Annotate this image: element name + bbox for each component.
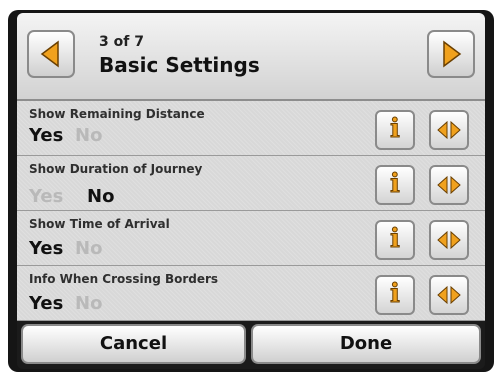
option-yes[interactable]: Yes bbox=[29, 186, 63, 207]
toggle-arrows-icon bbox=[437, 121, 461, 139]
info-icon: i bbox=[390, 114, 401, 145]
arrow-left-icon bbox=[40, 40, 59, 68]
option-yes[interactable]: Yes bbox=[29, 293, 63, 314]
setting-row-journey-duration: Show Duration of Journey Yes No i bbox=[17, 156, 485, 211]
option-no[interactable]: No bbox=[75, 238, 102, 259]
toggle-arrows-icon bbox=[437, 231, 461, 249]
option-yes[interactable]: Yes bbox=[29, 125, 63, 146]
setting-label: Show Duration of Journey bbox=[29, 162, 203, 176]
option-no[interactable]: No bbox=[75, 125, 102, 146]
setting-row-remaining-distance: Show Remaining Distance Yes No i bbox=[17, 101, 485, 156]
info-button[interactable]: i bbox=[375, 275, 415, 315]
option-no[interactable]: No bbox=[87, 186, 114, 207]
previous-page-button[interactable] bbox=[27, 30, 75, 78]
setting-row-time-of-arrival: Show Time of Arrival Yes No i bbox=[17, 211, 485, 266]
page-title: Basic Settings bbox=[99, 53, 260, 77]
next-page-button[interactable] bbox=[427, 30, 475, 78]
info-icon: i bbox=[390, 279, 401, 310]
settings-list: Show Remaining Distance Yes No i Show Du… bbox=[17, 101, 485, 321]
toggle-button[interactable] bbox=[429, 110, 469, 150]
cancel-button[interactable]: Cancel bbox=[21, 324, 246, 364]
info-icon: i bbox=[390, 169, 401, 200]
info-button[interactable]: i bbox=[375, 220, 415, 260]
setting-label: Info When Crossing Borders bbox=[29, 272, 219, 286]
done-button[interactable]: Done bbox=[251, 324, 481, 364]
toggle-button[interactable] bbox=[429, 275, 469, 315]
arrow-right-icon bbox=[443, 40, 462, 68]
toggle-button[interactable] bbox=[429, 220, 469, 260]
screen: 3 of 7 Basic Settings Show Remaining Dis… bbox=[17, 13, 485, 369]
toggle-arrows-icon bbox=[437, 286, 461, 304]
info-button[interactable]: i bbox=[375, 110, 415, 150]
toggle-arrows-icon bbox=[437, 176, 461, 194]
info-button[interactable]: i bbox=[375, 165, 415, 205]
info-icon: i bbox=[390, 224, 401, 255]
setting-label: Show Time of Arrival bbox=[29, 217, 170, 231]
page-counter: 3 of 7 bbox=[99, 34, 144, 50]
option-no[interactable]: No bbox=[75, 293, 102, 314]
setting-row-crossing-borders: Info When Crossing Borders Yes No i bbox=[17, 266, 485, 321]
setting-label: Show Remaining Distance bbox=[29, 107, 205, 121]
header: 3 of 7 Basic Settings bbox=[17, 13, 485, 101]
toggle-button[interactable] bbox=[429, 165, 469, 205]
footer: Cancel Done bbox=[17, 322, 485, 369]
option-yes[interactable]: Yes bbox=[29, 238, 63, 259]
